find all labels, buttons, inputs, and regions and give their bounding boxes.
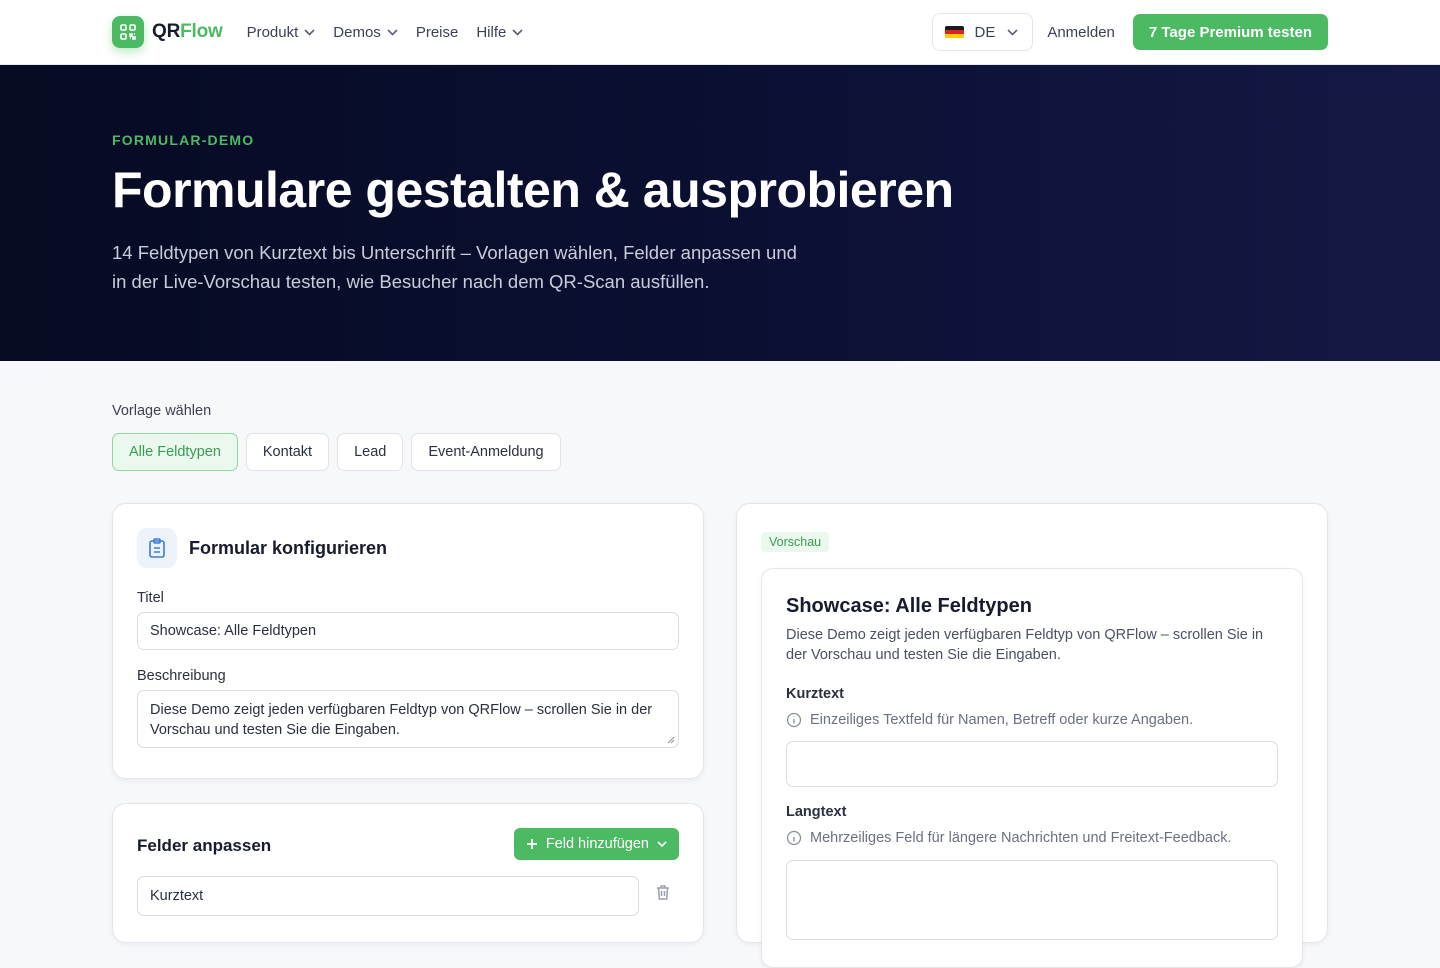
preview-short-text-input[interactable] [786, 741, 1278, 787]
fields-card: Felder anpassen Feld hinzufügen Kurztext [112, 803, 704, 943]
info-icon [786, 830, 802, 846]
premium-trial-button[interactable]: 7 Tage Premium testen [1132, 14, 1328, 50]
menu-item-produkt[interactable]: Produkt [247, 24, 316, 41]
resize-handle-icon[interactable] [667, 736, 675, 744]
hero-eyebrow: FORMULAR-DEMO [112, 132, 255, 148]
top-navbar: QRFlow Produkt Demos Preise Hilfe DE Anm… [0, 0, 1440, 65]
preview-badge: Vorschau [761, 532, 830, 552]
preview-card: Vorschau Showcase: Alle Feldtypen Diese … [736, 503, 1328, 968]
template-chip-kontakt[interactable]: Kontakt [245, 433, 330, 471]
preview-description: Diese Demo zeigt jeden verfügbaren Feldt… [786, 627, 1264, 663]
chevron-down-icon [387, 28, 398, 36]
template-chip-event-anmeldung[interactable]: Event-Anmeldung [411, 433, 561, 471]
preview-form: Showcase: Alle Feldtypen Diese Demo zeig… [761, 568, 1303, 968]
logo[interactable]: QRFlow [112, 16, 223, 48]
german-flag-icon [945, 25, 965, 39]
hero-section: FORMULAR-DEMO Formulare gestalten & ausp… [0, 65, 1440, 361]
chevron-down-icon [304, 28, 315, 36]
preview-field-hint: Einzeiliges Textfeld für Namen, Betreff … [786, 712, 1193, 728]
preview-field-label: Langtext [786, 804, 847, 820]
preview-long-text-input[interactable] [786, 860, 1278, 940]
form-config-card: Formular konfigurieren Titel Showcase: A… [112, 503, 704, 779]
field-label-input[interactable]: Kurztext [137, 876, 639, 916]
chevron-down-icon [512, 28, 523, 36]
template-chip-alle-feldtypen[interactable]: Alle Feldtypen [112, 433, 238, 471]
clipboard-icon [137, 528, 177, 568]
title-label: Titel [137, 590, 164, 606]
main-menu: Produkt Demos Preise Hilfe [247, 24, 542, 41]
preview-title: Showcase: Alle Feldtypen [786, 595, 1032, 617]
preview-field-hint: Mehrzeiliges Feld für längere Nachrichte… [786, 830, 1232, 846]
language-selector[interactable]: DE [932, 13, 1034, 51]
hero-title: Formulare gestalten & ausprobieren [112, 162, 954, 218]
trash-icon[interactable] [655, 884, 671, 901]
description-label: Beschreibung [137, 668, 226, 684]
form-config-title: Formular konfigurieren [189, 537, 388, 558]
menu-item-preise[interactable]: Preise [416, 24, 459, 41]
logo-text: QRFlow [152, 21, 223, 42]
chevron-down-icon [1007, 28, 1018, 36]
hero-subtitle: 14 Feldtypen von Kurztext bis Unterschri… [112, 242, 797, 292]
add-field-button[interactable]: Feld hinzufügen [513, 828, 679, 860]
info-icon [786, 712, 802, 728]
menu-item-demos[interactable]: Demos [333, 24, 398, 41]
menu-item-hilfe[interactable]: Hilfe [476, 24, 523, 41]
chevron-down-icon [657, 841, 667, 847]
qr-code-icon [112, 16, 144, 48]
signin-link[interactable]: Anmelden [1047, 24, 1115, 41]
title-input[interactable]: Showcase: Alle Feldtypen [137, 612, 679, 650]
template-label: Vorlage wählen [112, 403, 212, 419]
template-chip-lead[interactable]: Lead [337, 433, 404, 471]
template-chips: Alle Feldtypen Kontakt Lead Event-Anmeld… [112, 433, 569, 471]
fields-title: Felder anpassen [137, 836, 272, 855]
description-textarea[interactable]: Diese Demo zeigt jeden verfügbaren Feldt… [137, 690, 679, 748]
plus-icon [526, 839, 537, 849]
preview-field-label: Kurztext [786, 686, 845, 702]
